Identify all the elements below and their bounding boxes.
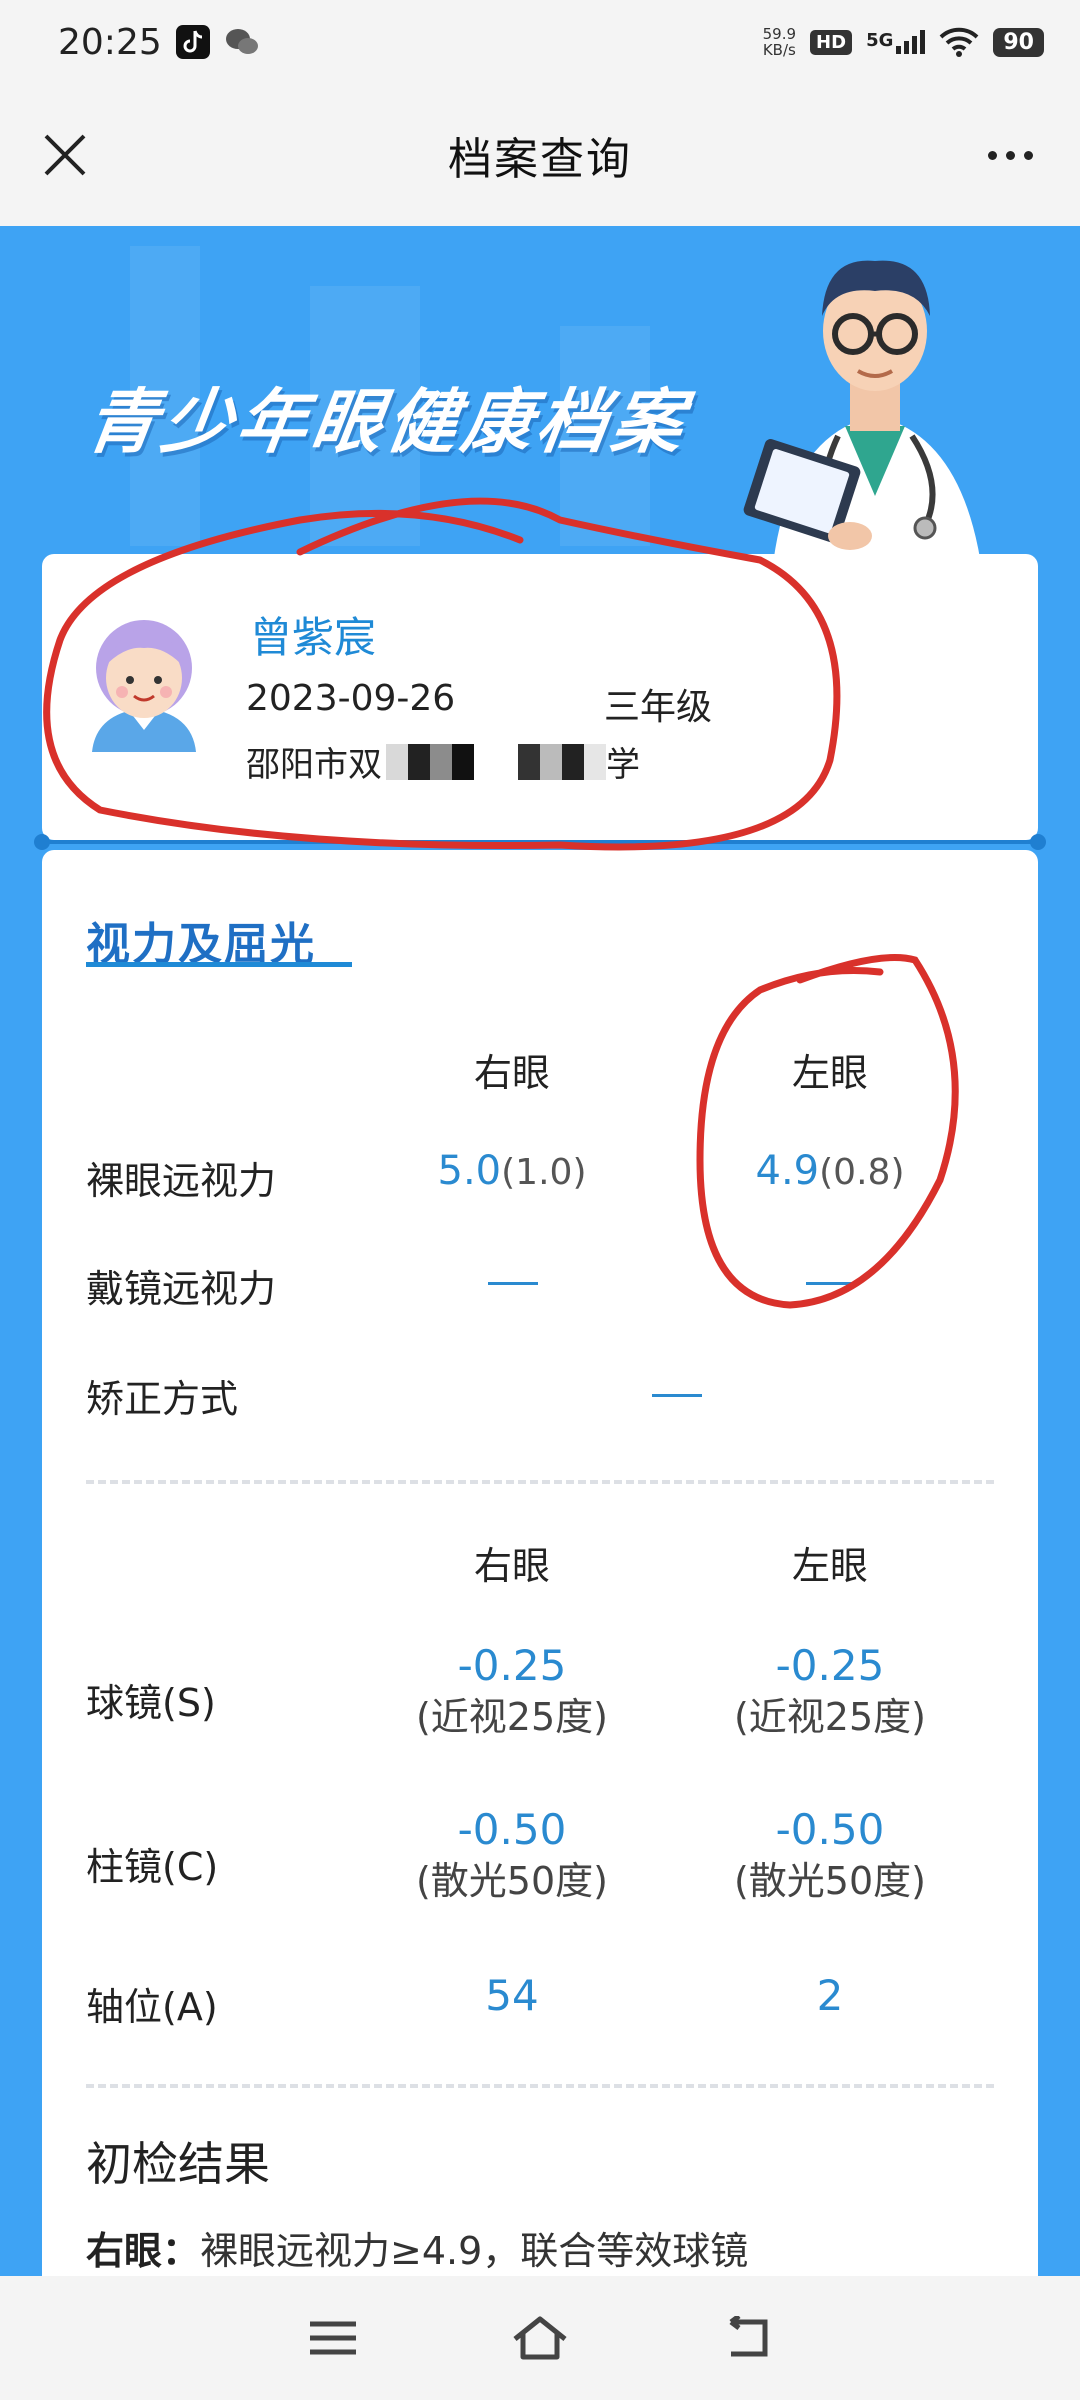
child-avatar: [92, 620, 196, 752]
result-right-eye: 右眼：裸眼远视力≥4.9，联合等效球镜: [86, 2229, 749, 2273]
correction-value: [652, 1394, 702, 1397]
wifi-icon: [939, 27, 979, 57]
school-suffix: 学: [606, 745, 640, 785]
privacy-mosaic: [386, 743, 606, 780]
naked-vision-label: 裸眼远视力: [86, 1159, 277, 1203]
menu-button[interactable]: [298, 2303, 368, 2373]
cylinder-label: 柱镜(C): [86, 1845, 219, 1889]
page-title: 档案查询: [448, 134, 632, 185]
refraction-left-header: 左眼: [791, 1544, 868, 1588]
glasses-vision-right: [488, 1282, 538, 1285]
naked-vision-right: 5.0(1.0): [437, 1148, 587, 1194]
home-icon: [513, 2316, 567, 2360]
close-button[interactable]: [30, 120, 100, 190]
glasses-vision-left: [806, 1282, 856, 1285]
school-name: 邵阳市双 学: [246, 737, 640, 786]
correction-label: 矫正方式: [86, 1377, 239, 1421]
result-title: 初检结果: [86, 2137, 270, 2191]
refraction-right-header: 右眼: [473, 1544, 550, 1588]
wechat-icon: [224, 25, 258, 59]
status-time: 20:25: [58, 21, 162, 63]
close-icon: [44, 134, 86, 176]
douyin-icon: [175, 25, 210, 59]
banner-title: 青少年眼健康档案: [81, 381, 693, 463]
card-divider: [34, 830, 1046, 850]
status-bar: 20:25 59.9 KB/s HD 5G 90: [0, 0, 1080, 84]
cylinder-left: -0.50 (散光50度): [733, 1805, 926, 1903]
back-icon: [729, 2316, 768, 2357]
axis-left: 2: [816, 1971, 844, 2020]
exam-date: 2023-09-26: [246, 678, 456, 719]
menu-icon: [310, 2321, 357, 2355]
home-button[interactable]: [505, 2303, 575, 2373]
system-nav-bar: [0, 2276, 1080, 2400]
vision-detail-card: 视力及屈光 右眼 左眼 裸眼远视力 5.0(1.0) 4.9(0.8) 戴镜远视…: [42, 850, 1038, 2290]
glasses-vision-label: 戴镜远视力: [86, 1267, 277, 1311]
back-button[interactable]: [712, 2303, 782, 2373]
left-eye-header: 左眼: [791, 1051, 868, 1095]
child-name: 曾紫宸: [250, 613, 377, 662]
school-prefix: 邵阳市双: [246, 745, 382, 785]
grade: 三年级: [604, 687, 713, 728]
right-eye-header: 右眼: [473, 1051, 550, 1095]
title-bar: 档案查询: [0, 84, 1080, 226]
cylinder-right: -0.50 (散光50度): [415, 1805, 608, 1903]
more-button[interactable]: [970, 120, 1050, 190]
more-dots-icon: [987, 150, 1033, 160]
net-speed: 59.9 KB/s: [762, 25, 797, 59]
axis-right: 54: [485, 1971, 539, 2020]
hd-badge: HD: [810, 29, 853, 55]
section-underline: [86, 962, 352, 967]
signal-icon: 5G: [866, 30, 926, 54]
divider: [86, 2084, 994, 2088]
naked-vision-left: 4.9(0.8): [755, 1148, 905, 1194]
sphere-label: 球镜(S): [86, 1681, 216, 1725]
sphere-left: -0.25 (近视25度): [733, 1641, 926, 1739]
sphere-right: -0.25 (近视25度): [415, 1641, 608, 1739]
axis-label: 轴位(A): [86, 1985, 218, 2029]
divider: [86, 1480, 994, 1484]
battery-indicator: 90: [993, 27, 1044, 57]
profile-card: 曾紫宸 2023-09-26 三年级 邵阳市双 学: [42, 554, 1038, 840]
doctor-illustration: [743, 260, 985, 596]
